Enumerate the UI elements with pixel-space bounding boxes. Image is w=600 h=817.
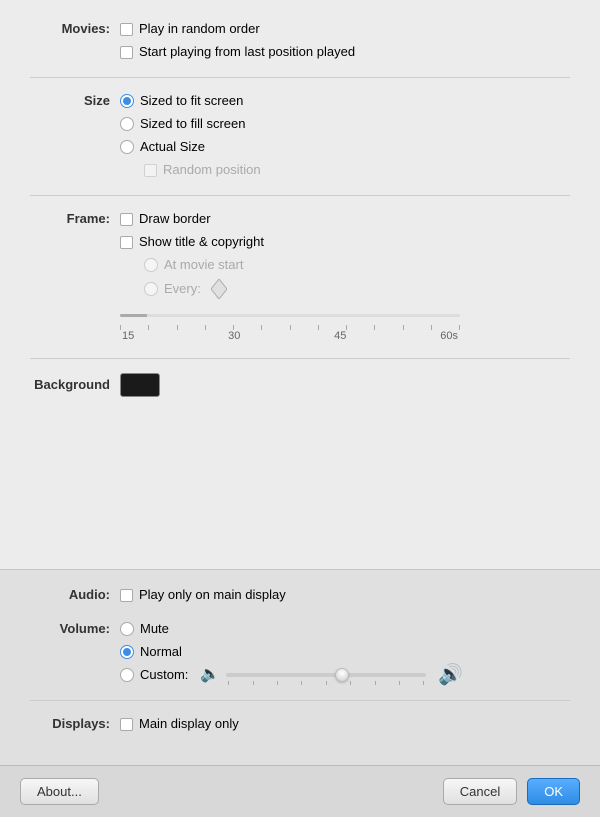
background-color-swatch[interactable] <box>120 373 160 397</box>
displays-main-only-label: Main display only <box>139 715 239 733</box>
volume-normal-label: Normal <box>140 643 182 661</box>
frame-border-row: Draw border <box>120 210 264 228</box>
size-actual-row: Actual Size <box>120 138 261 156</box>
divider-1 <box>30 77 570 78</box>
size-fill-label: Sized to fill screen <box>140 115 246 133</box>
movies-label: Movies: <box>30 20 120 38</box>
frame-title-checkbox[interactable] <box>120 236 133 249</box>
frame-every-label: Every: <box>164 280 201 298</box>
size-random-row: Random position <box>144 161 261 179</box>
frame-movie-start-label: At movie start <box>164 256 243 274</box>
size-fit-label: Sized to fit screen <box>140 92 243 110</box>
about-button[interactable]: About... <box>20 778 99 805</box>
movies-last-position-row: Start playing from last position played <box>120 43 355 61</box>
frame-movie-start-radio[interactable] <box>144 258 158 272</box>
frame-movie-start-row: At movie start <box>144 256 264 274</box>
frame-border-checkbox[interactable] <box>120 213 133 226</box>
background-label: Background <box>30 376 120 394</box>
frame-title-row: Show title & copyright <box>120 233 264 251</box>
size-actual-radio[interactable] <box>120 140 134 154</box>
slider-label-15: 15 <box>122 330 134 342</box>
movies-random-order-checkbox[interactable] <box>120 23 133 36</box>
audio-main-display-label: Play only on main display <box>139 586 286 604</box>
volume-label: Volume: <box>30 620 120 638</box>
slider-label-60s: 60s <box>440 330 458 342</box>
volume-custom-row: Custom: 🔈 <box>120 666 463 684</box>
frame-every-row: Every: <box>144 279 264 299</box>
frame-title-label: Show title & copyright <box>139 233 264 251</box>
button-group-right: Cancel OK <box>443 778 580 805</box>
size-random-checkbox[interactable] <box>144 164 157 177</box>
bottom-bar: About... Cancel OK <box>0 765 600 817</box>
frame-border-label: Draw border <box>139 210 211 228</box>
volume-mute-label: Mute <box>140 620 169 638</box>
volume-slider-track[interactable] <box>226 673 426 677</box>
frame-every-radio[interactable] <box>144 282 158 296</box>
size-actual-label: Actual Size <box>140 138 205 156</box>
volume-custom-radio[interactable] <box>120 668 134 682</box>
volume-slider-fill <box>226 673 346 677</box>
frame-slider-track[interactable] <box>120 307 460 323</box>
volume-normal-radio[interactable] <box>120 645 134 659</box>
volume-custom-label: Custom: <box>140 666 188 684</box>
frame-slider-line <box>120 314 460 317</box>
audio-main-display-row: Play only on main display <box>120 586 286 604</box>
movies-last-position-checkbox[interactable] <box>120 46 133 59</box>
size-fit-radio[interactable] <box>120 94 134 108</box>
size-label: Size <box>30 92 120 110</box>
displays-label: Displays: <box>30 715 120 733</box>
speaker-low-icon: 🔈 <box>200 666 220 684</box>
speaker-high-icon: 🔊 <box>438 666 463 684</box>
volume-mute-radio[interactable] <box>120 622 134 636</box>
volume-mute-row: Mute <box>120 620 463 638</box>
volume-slider-thumb[interactable] <box>335 668 349 682</box>
divider-2 <box>30 195 570 196</box>
displays-main-only-row: Main display only <box>120 715 239 733</box>
divider-3 <box>30 358 570 359</box>
slider-label-30: 30 <box>228 330 240 342</box>
frame-slider-labels: 15 30 45 60s <box>120 330 460 342</box>
background-color-row <box>120 373 160 397</box>
cancel-button[interactable]: Cancel <box>443 778 517 805</box>
movies-random-order-label: Play in random order <box>139 20 260 38</box>
audio-label: Audio: <box>30 586 120 604</box>
slider-label-45: 45 <box>334 330 346 342</box>
ok-button[interactable]: OK <box>527 778 580 805</box>
frame-slider-thumb-icon <box>211 279 227 299</box>
displays-main-only-checkbox[interactable] <box>120 718 133 731</box>
frame-label: Frame: <box>30 210 120 228</box>
size-fill-row: Sized to fill screen <box>120 115 261 133</box>
size-fit-row: Sized to fit screen <box>120 92 261 110</box>
movies-last-position-label: Start playing from last position played <box>139 43 355 61</box>
size-fill-radio[interactable] <box>120 117 134 131</box>
volume-normal-row: Normal <box>120 643 463 661</box>
size-random-label: Random position <box>163 161 261 179</box>
audio-main-display-checkbox[interactable] <box>120 589 133 602</box>
movies-random-order-row: Play in random order <box>120 20 355 38</box>
divider-audio <box>30 700 570 701</box>
